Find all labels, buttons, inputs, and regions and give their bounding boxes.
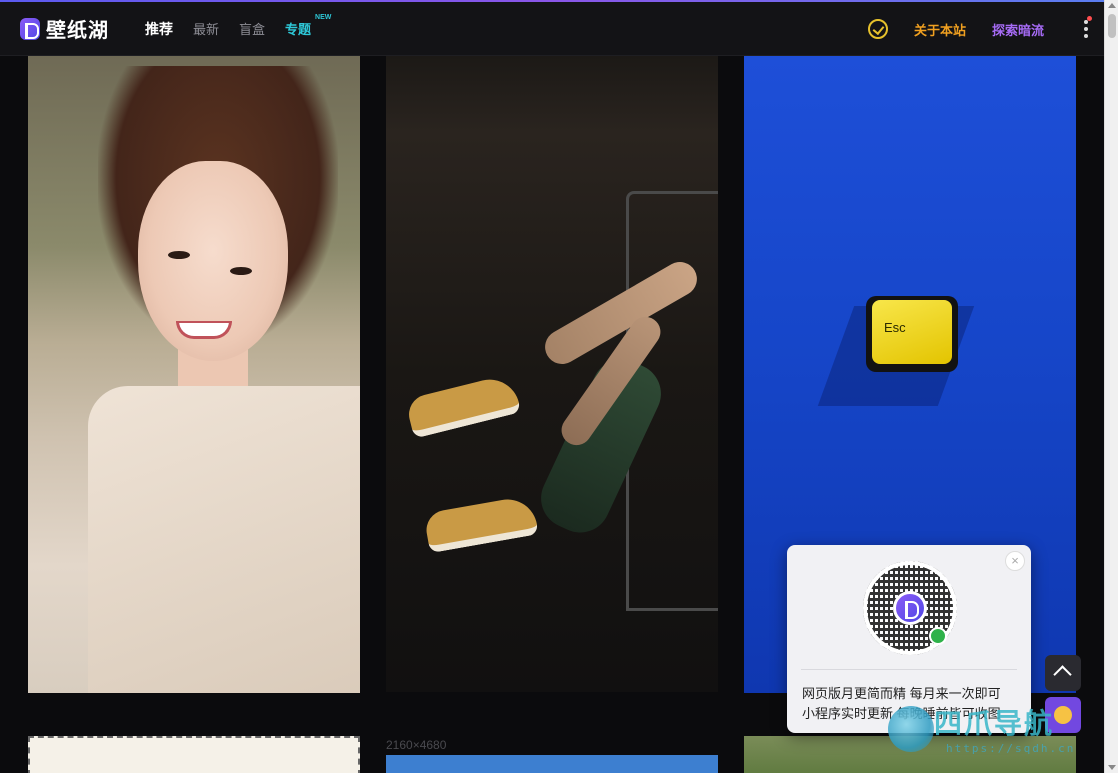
new-badge: NEW	[315, 14, 332, 21]
portrait-eye-right	[230, 267, 252, 275]
wallpaper-card-portrait[interactable]	[28, 56, 360, 693]
popup-divider	[801, 669, 1017, 670]
chevron-up-icon	[1053, 665, 1072, 684]
watermark-url: https://sqdh.cn	[946, 742, 1076, 755]
more-vertical-icon[interactable]	[1084, 20, 1088, 38]
portrait-jacket	[88, 386, 360, 693]
logo-icon	[20, 17, 40, 40]
wallpaper-card-sneakers[interactable]	[386, 56, 718, 692]
logo-text: 壁纸湖	[46, 20, 109, 42]
wechat-mini-program-icon	[929, 627, 947, 645]
popup-close-button[interactable]: ×	[1005, 551, 1025, 571]
back-to-top-button[interactable]	[1045, 655, 1081, 691]
notification-dot	[1087, 16, 1092, 21]
nav-recommend[interactable]: 推荐	[145, 19, 173, 39]
header-actions: 关于本站 探索暗流	[867, 2, 1088, 56]
esc-key: Esc	[866, 296, 958, 372]
sneaker-bottom	[423, 494, 539, 554]
nav-topics-label: 专题	[285, 22, 312, 37]
nav-topics[interactable]: 专题 NEW	[285, 14, 331, 38]
watermark-logo-icon	[888, 706, 934, 752]
top-header: 壁纸湖 推荐 最新 盲盒 专题 NEW 关于本站 探索暗流	[0, 2, 1104, 56]
site-logo[interactable]: 壁纸湖	[20, 14, 109, 43]
portrait-face	[138, 161, 288, 361]
explore-undercurrent-link[interactable]: 探索暗流	[992, 20, 1044, 39]
portrait-smile	[176, 321, 232, 339]
page: 壁纸湖 推荐 最新 盲盒 专题 NEW 关于本站 探索暗流 Esc 2160×4…	[0, 0, 1118, 773]
verified-badge-icon[interactable]	[867, 19, 888, 39]
page-scrollbar[interactable]	[1104, 0, 1118, 773]
about-site-link[interactable]: 关于本站	[914, 20, 966, 39]
scroll-down-arrow-icon[interactable]	[1108, 765, 1116, 770]
site-watermark: 四爪导航 https://sqdh.cn	[888, 700, 1098, 764]
resolution-label: 2160×4680	[386, 738, 447, 752]
wallpaper-card-calligraphy[interactable]	[28, 736, 360, 773]
wallpaper-card-blue[interactable]	[386, 755, 718, 773]
esc-key-label: Esc	[884, 320, 906, 335]
watermark-name: 四爪导航	[934, 707, 1055, 740]
esc-keycap: Esc	[872, 300, 952, 364]
nav-blind-box[interactable]: 盲盒	[239, 19, 265, 38]
sneaker-top	[404, 373, 522, 439]
qr-logo-icon	[893, 591, 927, 625]
nav-latest[interactable]: 最新	[193, 19, 219, 38]
main-nav: 推荐 最新 盲盒 专题 NEW	[145, 14, 331, 39]
scroll-thumb[interactable]	[1108, 14, 1116, 38]
portrait-eye-left	[168, 251, 190, 259]
scroll-up-arrow-icon[interactable]	[1108, 3, 1116, 8]
